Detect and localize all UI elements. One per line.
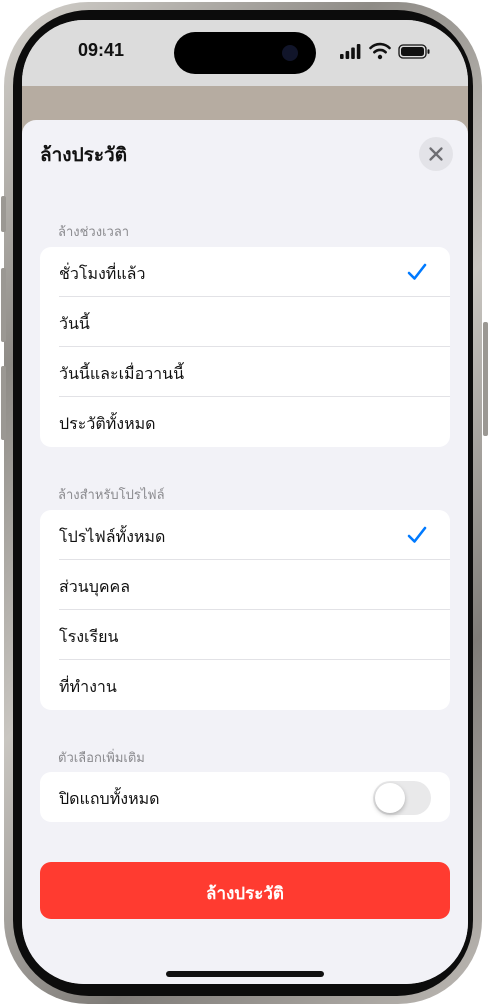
close-all-tabs-row: ปิดแถบทั้งหมด [40, 772, 450, 822]
time-range-option-all[interactable]: ประวัติทั้งหมด [40, 397, 450, 447]
option-label: โรงเรียน [59, 627, 119, 646]
profile-option-personal[interactable]: ส่วนบุคคล [40, 560, 450, 610]
option-label: โปรไฟล์ทั้งหมด [59, 527, 166, 546]
clear-history-sheet: ล้างประวัติ ล้างช่วงเวลา ชั่วโมงที่แล้ว … [22, 120, 468, 984]
cellular-signal-icon [340, 44, 361, 59]
close-all-tabs-toggle[interactable] [373, 781, 431, 815]
profile-option-all[interactable]: โปรไฟล์ทั้งหมด [40, 510, 450, 560]
clear-history-button-label: ล้างประวัติ [206, 884, 284, 904]
sheet-title: ล้างประวัติ [40, 144, 128, 166]
time-range-group: ชั่วโมงที่แล้ว วันนี้ วันนี้และเมื่อวานน… [40, 247, 450, 447]
power-button [483, 322, 488, 436]
more-options-group: ปิดแถบทั้งหมด [40, 772, 450, 822]
profiles-header: ล้างสำหรับโปรไฟล์ [58, 488, 165, 503]
close-button[interactable] [419, 137, 453, 171]
time-range-header: ล้างช่วงเวลา [58, 225, 130, 240]
battery-icon [398, 44, 430, 59]
profiles-group: โปรไฟล์ทั้งหมด ส่วนบุคคล โรงเรียน ที่ทำง… [40, 510, 450, 710]
option-label: ที่ทำงาน [59, 677, 117, 696]
close-icon [429, 147, 443, 161]
option-label: ส่วนบุคคล [59, 577, 131, 596]
option-label: วันนี้ [59, 314, 90, 333]
home-indicator[interactable] [166, 971, 324, 977]
close-all-tabs-label: ปิดแถบทั้งหมด [59, 789, 160, 808]
volume-down-button [1, 366, 6, 440]
checkmark-icon [407, 263, 427, 280]
more-options-header: ตัวเลือกเพิ่มเติม [58, 751, 145, 766]
clear-history-button[interactable]: ล้างประวัติ [40, 862, 450, 919]
wifi-icon [369, 42, 391, 60]
camera-icon [282, 45, 298, 61]
checkmark-icon [407, 526, 427, 543]
status-time: 09:41 [78, 40, 125, 60]
dynamic-island [174, 32, 316, 74]
screen: 09:41 ล้างประวัติ ล้างช่วงเวลา ชั่วโมงที… [22, 20, 468, 984]
volume-up-button [1, 268, 6, 342]
time-range-option-today[interactable]: วันนี้ [40, 297, 450, 347]
status-icons [340, 42, 430, 60]
action-button [1, 196, 6, 232]
option-label: วันนี้และเมื่อวานนี้ [59, 364, 185, 383]
profile-option-work[interactable]: ที่ทำงาน [40, 660, 450, 710]
profile-option-school[interactable]: โรงเรียน [40, 610, 450, 660]
time-range-option-today-yesterday[interactable]: วันนี้และเมื่อวานนี้ [40, 347, 450, 397]
toggle-knob [375, 783, 405, 813]
status-bar: 09:41 [22, 20, 468, 86]
time-range-option-last-hour[interactable]: ชั่วโมงที่แล้ว [40, 247, 450, 297]
option-label: ชั่วโมงที่แล้ว [59, 264, 146, 283]
option-label: ประวัติทั้งหมด [59, 414, 156, 433]
